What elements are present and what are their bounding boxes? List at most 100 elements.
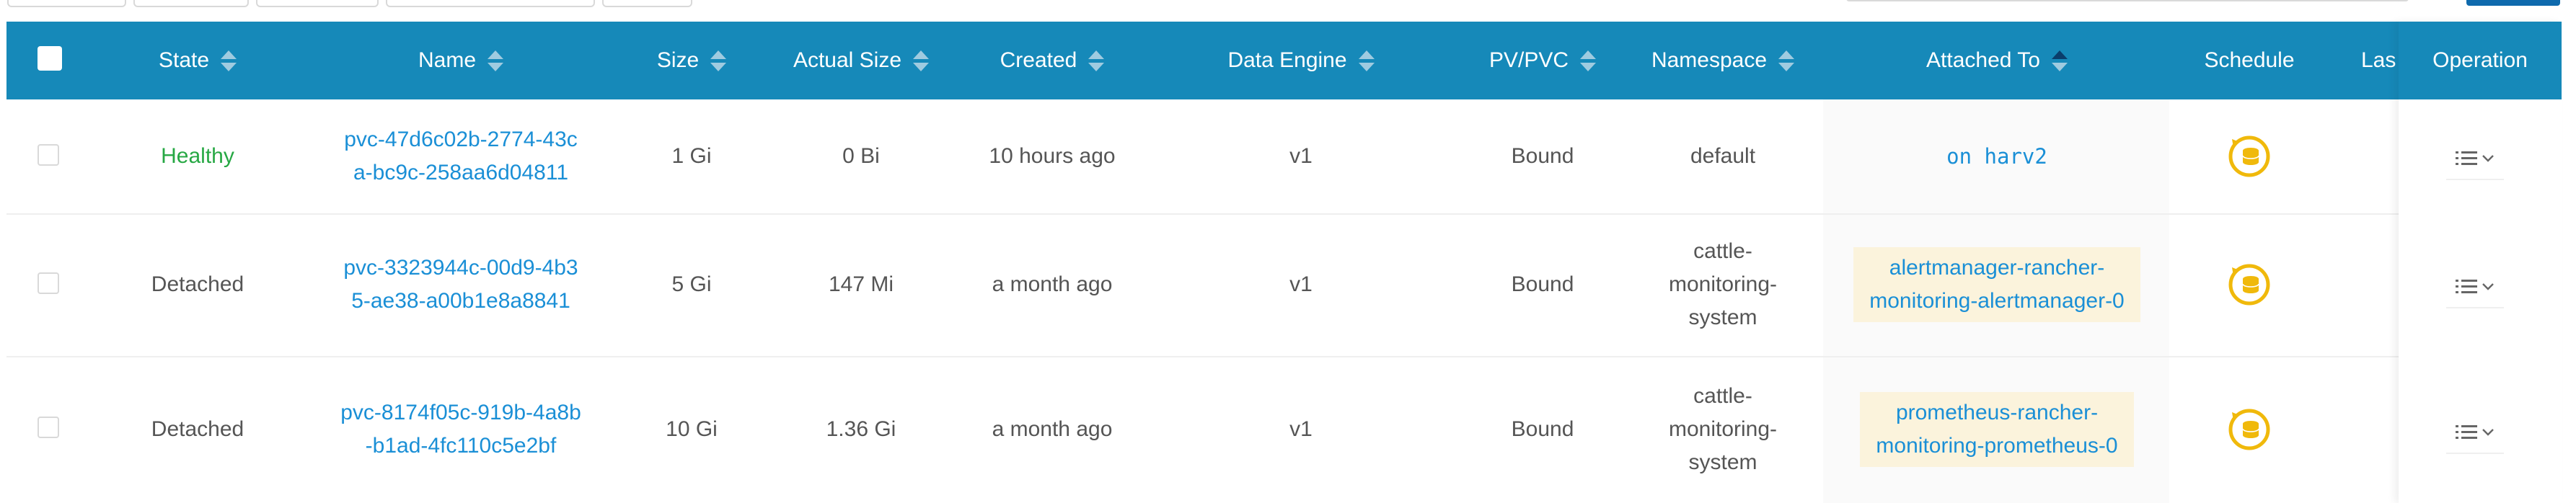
attached-workload-line: prometheus-rancher- <box>1895 401 2099 424</box>
column-created[interactable]: Created <box>966 22 1139 99</box>
column-created-label: Created <box>1000 48 1077 72</box>
attached-workload-line: monitoring-prometheus-0 <box>1876 434 2118 458</box>
namespace-line: default <box>1690 144 1756 168</box>
attached-to-cell[interactable]: prometheus-rancher- monitoring-prometheu… <box>1824 356 2170 503</box>
actual-size-cell: 0 Bi <box>842 144 880 168</box>
volume-name-line: 5-ae38-a00b1e8a8841 <box>351 289 570 313</box>
volume-name-link[interactable]: pvc-3323944c-00d9-4b3 5-ae38-a00b1e8a884… <box>331 213 591 356</box>
attached-workload-line: alertmanager-rancher- <box>1889 256 2105 280</box>
toolbar-button[interactable] <box>602 0 692 7</box>
row-checkbox[interactable] <box>38 272 59 294</box>
list-menu-icon <box>2456 280 2477 293</box>
attached-workload-chip[interactable]: alertmanager-rancher- monitoring-alertma… <box>1853 247 2140 322</box>
schedule-recurring-icon[interactable] <box>2226 133 2272 179</box>
volume-name-line: a-bc9c-258aa6d04811 <box>353 161 569 184</box>
volume-name-link[interactable]: pvc-8174f05c-919b-4a8b -b1ad-4fc110c5e2b… <box>331 356 591 503</box>
namespace-line: monitoring- <box>1668 417 1778 441</box>
sort-icon[interactable] <box>710 50 727 71</box>
column-namespace[interactable]: Namespace <box>1636 22 1809 99</box>
state-cell: Detached <box>151 417 244 441</box>
column-state[interactable]: State <box>122 22 273 99</box>
column-operation-label: Operation <box>2432 48 2528 72</box>
toolbar-button[interactable] <box>133 0 249 7</box>
column-data-engine[interactable]: Data Engine <box>1196 22 1406 99</box>
volume-name-link[interactable]: pvc-47d6c02b-2774-43c a-bc9c-258aa6d0481… <box>331 99 591 213</box>
schedule-cell[interactable] <box>2184 356 2314 503</box>
column-last[interactable]: Las <box>2361 22 2404 99</box>
column-name[interactable]: Name <box>331 22 591 99</box>
search-input[interactable] <box>2077 0 2409 1</box>
schedule-recurring-icon[interactable] <box>2226 262 2272 308</box>
operation-column: Operation <box>2399 22 2562 503</box>
toolbar <box>0 0 2576 10</box>
chevron-down-icon <box>2482 155 2494 162</box>
namespace-line: monitoring- <box>1668 272 1778 296</box>
volume-name-line: pvc-47d6c02b-2774-43c <box>344 128 578 151</box>
actual-size-cell: 147 Mi <box>828 272 894 296</box>
toolbar-button[interactable] <box>256 0 379 7</box>
sort-icon[interactable] <box>2051 50 2068 71</box>
size-cell: 10 Gi <box>666 417 718 441</box>
sort-icon[interactable] <box>1580 50 1597 71</box>
size-cell: 5 Gi <box>671 272 712 296</box>
namespace-line: system <box>1688 306 1757 329</box>
toolbar-button[interactable] <box>386 0 595 7</box>
search-button[interactable] <box>2466 0 2560 6</box>
list-menu-icon <box>2456 425 2477 439</box>
chevron-down-icon <box>2482 283 2494 290</box>
row-operation-menu-button[interactable] <box>2440 268 2510 308</box>
schedule-recurring-icon[interactable] <box>2226 406 2272 453</box>
namespace-cell: cattle- monitoring- system <box>1636 356 1809 503</box>
column-attached-to[interactable]: Attached To <box>1824 22 2170 99</box>
column-schedule-label: Schedule <box>2204 48 2295 72</box>
column-size[interactable]: Size <box>619 22 764 99</box>
data-engine-cell: v1 <box>1289 417 1313 441</box>
toolbar-button[interactable] <box>7 0 126 7</box>
size-cell: 1 Gi <box>671 144 712 168</box>
select-all-checkbox[interactable] <box>38 46 62 71</box>
state-cell: Healthy <box>161 144 234 168</box>
pvpvc-cell: Bound <box>1511 144 1574 168</box>
sort-icon[interactable] <box>221 50 237 71</box>
sort-icon[interactable] <box>1358 50 1375 71</box>
attached-node-link[interactable]: on harv2 <box>1946 140 2047 173</box>
sort-icon[interactable] <box>1778 50 1795 71</box>
column-size-label: Size <box>656 48 700 72</box>
schedule-cell[interactable] <box>2184 99 2314 213</box>
table-row[interactable]: Detached pvc-8174f05c-919b-4a8b -b1ad-4f… <box>6 356 2562 503</box>
column-schedule: Schedule <box>2184 22 2314 99</box>
search-type-select[interactable] <box>1846 0 2084 1</box>
schedule-cell[interactable] <box>2184 213 2314 356</box>
row-operation-menu-button[interactable] <box>2440 414 2510 454</box>
list-menu-icon <box>2456 151 2477 165</box>
row-operation-menu-button[interactable] <box>2440 140 2510 180</box>
volume-name-line: -b1ad-4fc110c5e2bf <box>365 434 557 458</box>
sort-icon[interactable] <box>1088 50 1105 71</box>
attached-workload-line: monitoring-alertmanager-0 <box>1869 289 2125 313</box>
table-row[interactable]: Healthy pvc-47d6c02b-2774-43c a-bc9c-258… <box>6 99 2562 215</box>
chevron-down-icon <box>2482 429 2494 436</box>
namespace-line: system <box>1688 450 1757 474</box>
actual-size-cell: 1.36 Gi <box>826 417 896 441</box>
column-pvpvc[interactable]: PV/PVC <box>1463 22 1622 99</box>
attached-to-cell[interactable]: alertmanager-rancher- monitoring-alertma… <box>1824 213 2170 356</box>
table-header: State Name Size Actual Size Created Data… <box>6 22 2562 99</box>
volume-name-line: pvc-8174f05c-919b-4a8b <box>340 401 581 424</box>
row-checkbox[interactable] <box>38 144 59 166</box>
row-checkbox[interactable] <box>38 417 59 438</box>
attached-workload-chip[interactable]: prometheus-rancher- monitoring-prometheu… <box>1860 392 2134 467</box>
column-actual-size[interactable]: Actual Size <box>771 22 951 99</box>
namespace-cell: default <box>1636 99 1809 213</box>
data-engine-cell: v1 <box>1289 272 1313 296</box>
column-attached-to-label: Attached To <box>1926 48 2040 72</box>
table-row[interactable]: Detached pvc-3323944c-00d9-4b3 5-ae38-a0… <box>6 213 2562 357</box>
namespace-line: cattle- <box>1693 239 1752 263</box>
pvpvc-cell: Bound <box>1511 272 1574 296</box>
created-cell: 10 hours ago <box>989 144 1116 168</box>
state-cell: Detached <box>151 272 244 296</box>
sort-icon[interactable] <box>913 50 930 71</box>
attached-to-cell[interactable]: on harv2 <box>1824 99 2170 213</box>
sort-icon[interactable] <box>488 50 504 71</box>
column-name-label: Name <box>418 48 477 72</box>
created-cell: a month ago <box>992 417 1113 441</box>
